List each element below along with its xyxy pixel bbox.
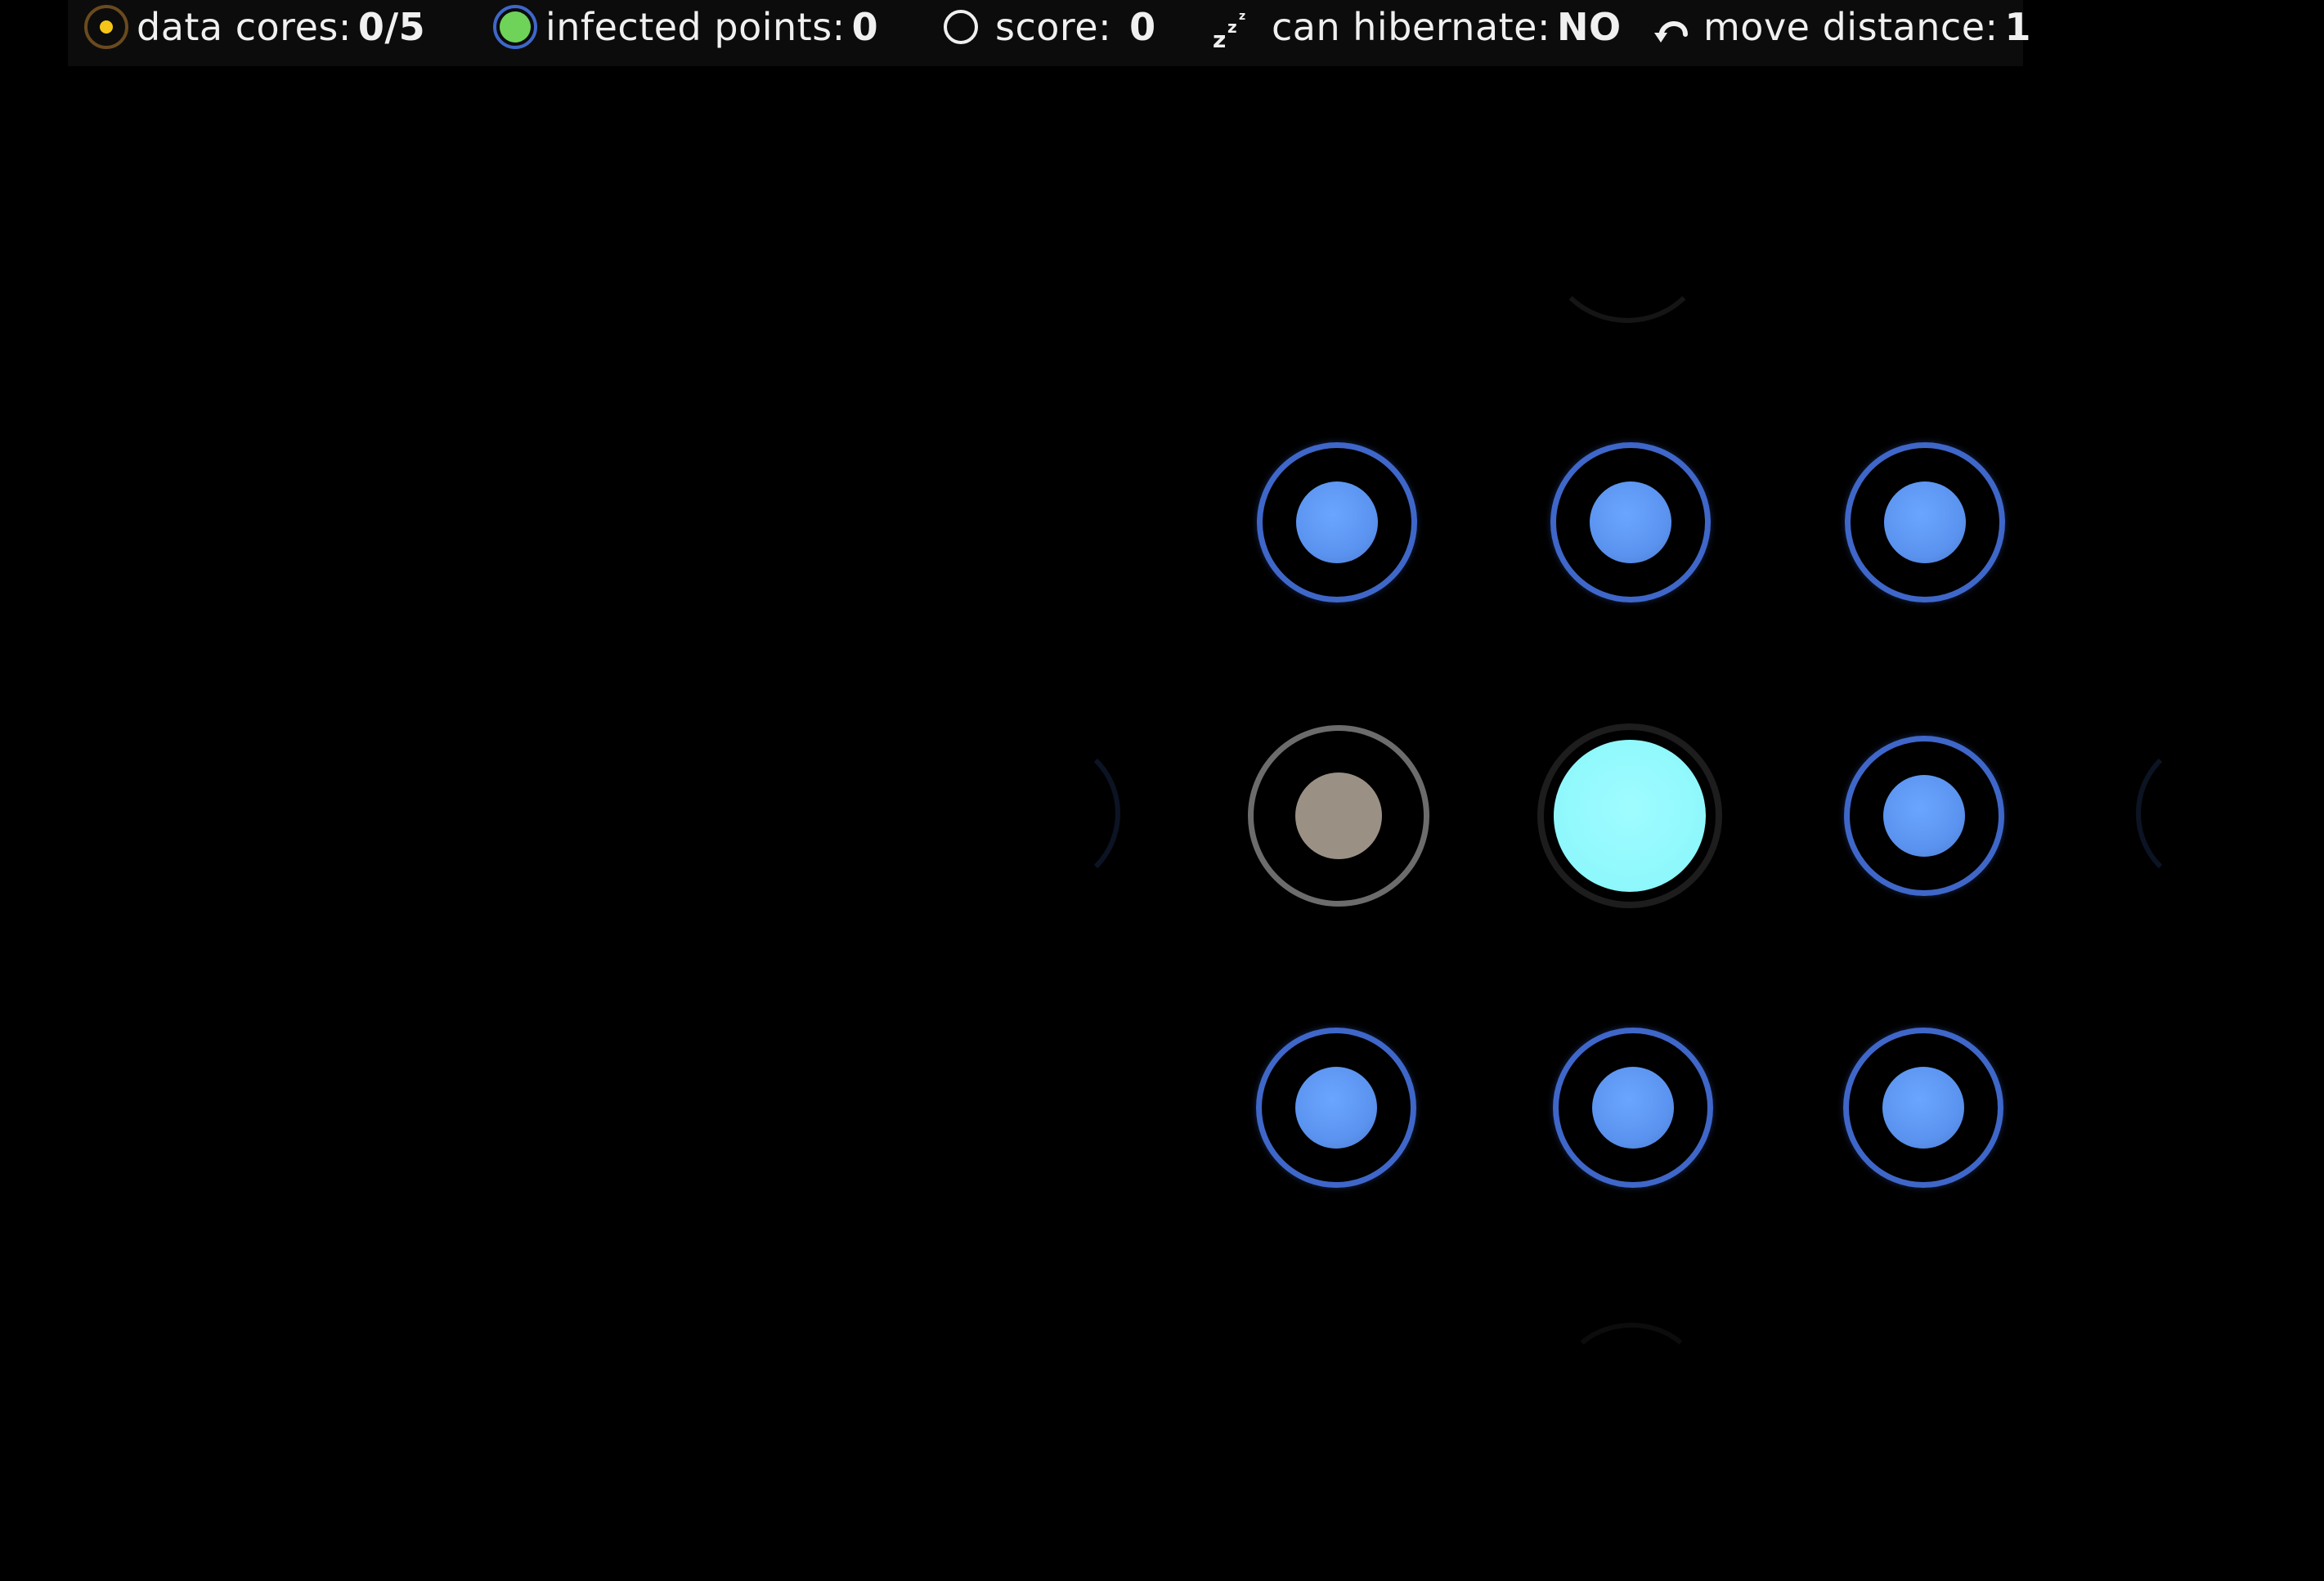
node-core (1883, 775, 1965, 857)
move-distance-label: move distance: (1703, 5, 1999, 49)
hud-data-cores: data cores: 0/5 (83, 0, 425, 54)
node-r1-c2[interactable] (1550, 442, 1711, 602)
node-core (1592, 1067, 1674, 1149)
hud-score: score: 0 (941, 0, 1156, 54)
score-label: score: (995, 5, 1112, 49)
player-virus (1554, 740, 1706, 892)
hud-move-distance: move distance: 1 (1654, 0, 2031, 54)
data-cores-value: 0/5 (357, 5, 426, 49)
node-core (1296, 481, 1378, 563)
hibernate-value: NO (1556, 5, 1622, 49)
svg-text:z: z (1227, 17, 1237, 37)
infected-point-icon (491, 3, 539, 51)
node-r3-c2[interactable] (1553, 1028, 1713, 1188)
hud-bar: data cores: 0/5 infected points: 0 score… (68, 0, 2031, 66)
node-r3-c1[interactable] (1256, 1028, 1416, 1188)
sleep-zzz-icon: z z z (1211, 3, 1254, 51)
node-r1-c1[interactable] (1257, 442, 1417, 602)
node-core (1295, 773, 1382, 859)
node-r2-c1[interactable] (1248, 725, 1429, 907)
game-canvas[interactable]: data cores: 0/5 infected points: 0 score… (0, 0, 2324, 1581)
curved-arrow-icon (1654, 8, 1692, 46)
data-core-icon (83, 3, 130, 51)
node-r2-c3[interactable] (1844, 736, 2004, 896)
node-r3-c3[interactable] (1843, 1028, 2003, 1188)
node-r1-c3[interactable] (1845, 442, 2005, 602)
svg-text:z: z (1213, 26, 1227, 51)
score-value: 0 (1129, 5, 1156, 49)
hud-hibernate: z z z can hibernate: NO (1211, 0, 1622, 54)
hibernate-label: can hibernate: (1272, 5, 1550, 49)
node-core (1882, 1067, 1964, 1149)
infected-points-label: infected points: (545, 5, 846, 49)
node-core (1590, 481, 1671, 563)
infected-points-value: 0 (851, 5, 879, 49)
node-core (1295, 1067, 1377, 1149)
move-distance-value: 1 (2004, 5, 2032, 49)
data-cores-label: data cores: (137, 5, 352, 49)
score-ring-icon (941, 7, 980, 47)
game-board (0, 0, 2324, 1581)
node-core (1884, 481, 1966, 563)
hud-infected-points: infected points: 0 (491, 0, 878, 54)
svg-text:z: z (1239, 10, 1246, 23)
player-node[interactable] (1537, 723, 1722, 908)
